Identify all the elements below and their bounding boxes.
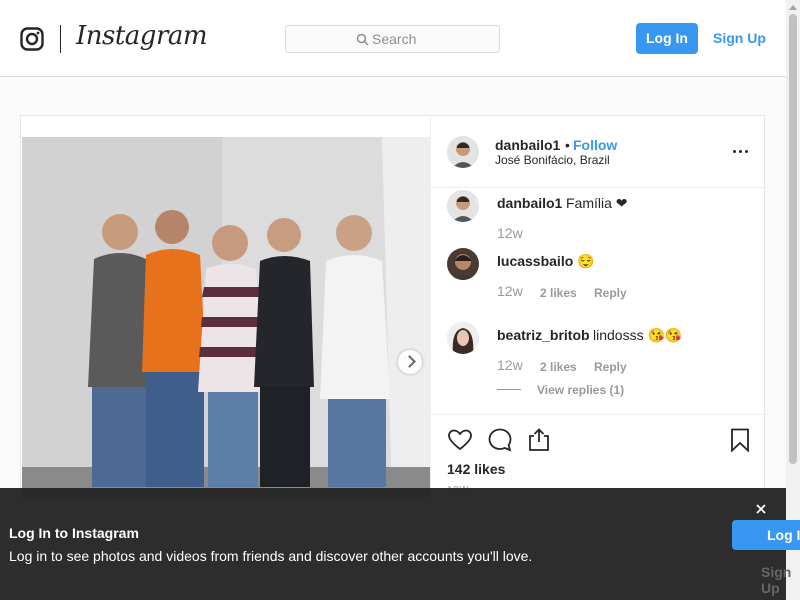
comment-username[interactable]: lucassbailo (497, 253, 573, 269)
banner-title: Log In to Instagram (9, 525, 139, 541)
banner-login-button[interactable]: Log In (732, 520, 800, 550)
page-scrollbar[interactable] (786, 0, 800, 600)
signup-link[interactable]: Sign Up (713, 30, 766, 46)
owner-username[interactable]: danbailo1 (495, 137, 560, 153)
comment-bubble-icon[interactable] (487, 427, 513, 453)
comment-username[interactable]: beatriz_britob (497, 327, 590, 343)
comment-likes[interactable]: 2 likes (540, 286, 577, 300)
search-box[interactable] (285, 25, 500, 53)
owner-avatar[interactable] (447, 136, 479, 168)
comment-age[interactable]: 12w (497, 357, 523, 373)
search-input[interactable] (372, 29, 492, 49)
scroll-up-arrow-icon[interactable] (789, 5, 797, 10)
instagram-glyph-icon[interactable] (20, 27, 44, 51)
follow-button[interactable]: Follow (573, 137, 617, 153)
banner-signup-link[interactable]: Sign Up (761, 564, 791, 596)
replies-divider (497, 389, 521, 390)
post-header: danbailo1 • Follow José Bonifácio, Brazi… (431, 116, 766, 188)
commenter-avatar[interactable] (447, 190, 479, 222)
close-icon[interactable] (754, 502, 768, 516)
family-photo-image (22, 137, 430, 497)
reply-button[interactable]: Reply (594, 360, 627, 374)
scrollbar-thumb[interactable] (789, 14, 797, 464)
login-prompt-banner: Log In to Instagram Log in to see photos… (0, 488, 800, 600)
view-replies-button[interactable]: View replies (1) (537, 383, 624, 397)
top-navigation-bar: Instagram Log In Sign Up (0, 0, 786, 77)
comment-text: Família ❤ (566, 195, 628, 211)
post-photo[interactable] (22, 137, 430, 497)
instagram-wordmark[interactable]: Instagram (76, 21, 208, 51)
comment-text: 😌 (577, 253, 595, 269)
reply-button[interactable]: Reply (594, 286, 627, 300)
comment-age[interactable]: 12w (497, 225, 523, 241)
likes-count[interactable]: 142 likes (447, 461, 505, 477)
header-separator: • (565, 137, 570, 153)
like-heart-icon[interactable] (447, 427, 473, 453)
comment-text: lindosss 😘😘 (593, 327, 683, 343)
next-photo-button[interactable] (398, 350, 422, 374)
comment-likes[interactable]: 2 likes (540, 360, 577, 374)
post-location[interactable]: José Bonifácio, Brazil (495, 153, 610, 167)
search-icon (356, 33, 369, 46)
bookmark-icon[interactable] (727, 427, 753, 453)
comment-age[interactable]: 12w (497, 283, 523, 299)
share-icon[interactable] (526, 427, 552, 453)
commenter-avatar[interactable] (447, 248, 479, 280)
more-options-icon[interactable] (731, 149, 751, 155)
logo-divider (60, 25, 61, 53)
comment-username[interactable]: danbailo1 (497, 195, 562, 211)
login-button[interactable]: Log In (636, 23, 698, 54)
banner-text: Log in to see photos and videos from fri… (9, 548, 533, 564)
commenter-avatar[interactable] (447, 322, 479, 354)
